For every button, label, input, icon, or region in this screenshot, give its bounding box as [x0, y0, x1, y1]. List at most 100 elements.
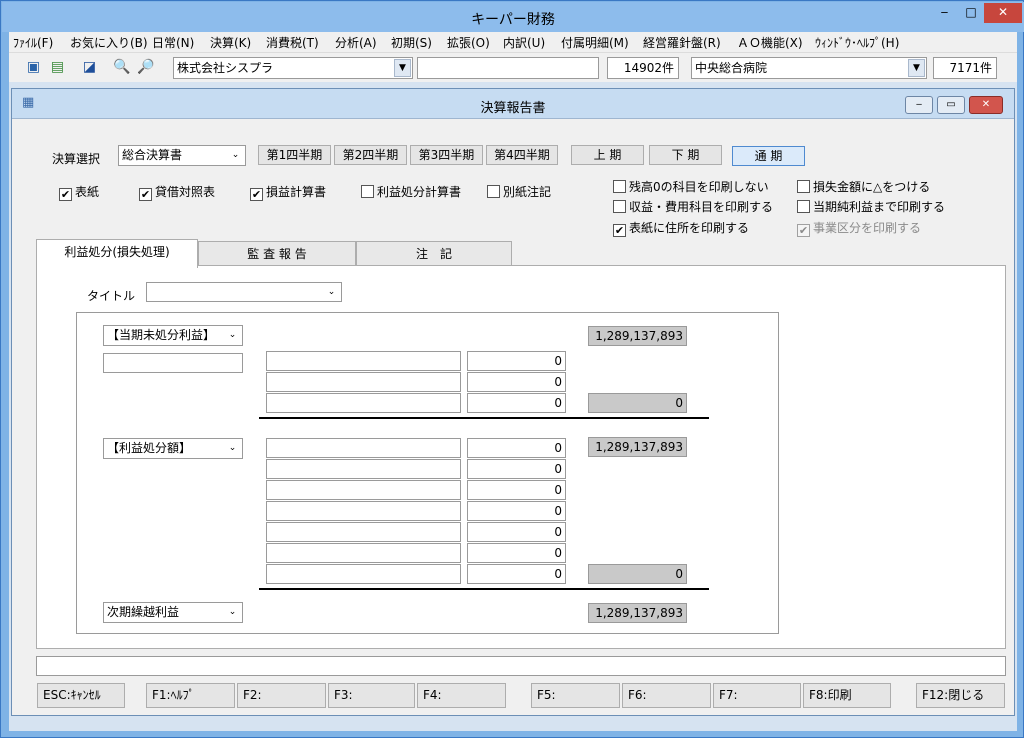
f1-help-button[interactable]: F1:ﾍﾙﾌﾟ: [146, 683, 235, 708]
menu-extension[interactable]: 拡張(O): [447, 34, 490, 51]
f7-button[interactable]: F7:: [713, 683, 801, 708]
menu-management-compass[interactable]: 経営羅針盤(R): [643, 34, 721, 51]
menu-window-help[interactable]: ｳｨﾝﾄﾞｳ･ﾍﾙﾌﾟ(H): [815, 34, 899, 51]
record-count-1: 14902件: [607, 57, 679, 79]
appropriation-amount-select[interactable]: 【利益処分額】 ⌄: [103, 438, 243, 459]
balance-sheet-checkbox[interactable]: ✔ 貸借対照表: [139, 185, 215, 201]
section1-label: 【当期未処分利益】: [107, 328, 216, 342]
report-window: ▦ 決算報告書 ‒ ▭ ✕ 決算選択 総合決算書 ⌄ 第1四半期 第2四半期 第…: [11, 88, 1015, 716]
menu-daily[interactable]: 日常(N): [152, 34, 194, 51]
section2-row-name[interactable]: [266, 438, 461, 458]
separate-notes-checkbox[interactable]: 別紙注記: [487, 185, 551, 199]
esc-cancel-button[interactable]: ESC:ｷｬﾝｾﾙ: [37, 683, 125, 708]
app-title: キーパー財務: [471, 12, 555, 28]
section2-row-value[interactable]: 0: [467, 543, 566, 563]
maximize-button[interactable]: □: [958, 3, 984, 23]
checkbox-box: [613, 180, 626, 193]
tab-profit-appropriation[interactable]: 利益処分(損失処理): [36, 239, 198, 268]
section2-row-value[interactable]: 0: [467, 438, 566, 458]
first-half-button[interactable]: 上 期: [571, 145, 644, 165]
close-button[interactable]: ✕: [984, 3, 1022, 23]
section3-label: 次期繰越利益: [107, 605, 180, 619]
section2-row-value[interactable]: 0: [467, 501, 566, 521]
section1-row-name[interactable]: [266, 351, 461, 371]
masked-field[interactable]: [417, 57, 599, 79]
hide-zero-balance-checkbox[interactable]: 残高0の科目を印刷しない: [613, 180, 769, 194]
f3-button[interactable]: F3:: [328, 683, 415, 708]
section2-label: 【利益処分額】: [107, 441, 192, 455]
second-half-button[interactable]: 下 期: [649, 145, 722, 165]
section1-row-value[interactable]: 0: [467, 351, 566, 371]
menu-consumption-tax[interactable]: 消費税(T): [266, 34, 319, 51]
section1-row-value[interactable]: 0: [467, 393, 566, 413]
checkbox-box: [487, 185, 500, 198]
section2-row-name[interactable]: [266, 522, 461, 542]
section1-row-name[interactable]: [266, 372, 461, 392]
carried-forward-select[interactable]: 次期繰越利益 ⌄: [103, 602, 243, 623]
checkbox-box: ✔: [613, 224, 626, 237]
zoom-out-icon[interactable]: 🔎: [137, 59, 154, 76]
print-revenue-expense-checkbox[interactable]: 収益・費用科目を印刷する: [613, 200, 773, 214]
section2-row-name[interactable]: [266, 564, 461, 584]
menu-ao-functions[interactable]: ＡＯ機能(X): [737, 34, 803, 51]
menu-initial[interactable]: 初期(S): [391, 34, 432, 51]
menu-breakdown[interactable]: 内訳(U): [503, 34, 545, 51]
checkbox-label: 表紙: [75, 185, 100, 199]
menu-bar: ﾌｧｲﾙ(F) お気に入り(B) 日常(N) 決算(K) 消費税(T) 分析(A…: [9, 32, 1017, 52]
full-year-button[interactable]: 通 期: [732, 146, 805, 166]
closing-select[interactable]: 総合決算書 ⌄: [118, 145, 246, 166]
print-to-net-income-checkbox[interactable]: 当期純利益まで印刷する: [797, 200, 945, 214]
chevron-down-icon: ⌄: [327, 287, 336, 297]
section2-row-name[interactable]: [266, 459, 461, 479]
tab-audit-report[interactable]: 監 査 報 告: [198, 241, 356, 268]
quarter-1-button[interactable]: 第1四半期: [258, 145, 331, 165]
cover-checkbox[interactable]: ✔ 表紙: [59, 185, 99, 201]
f5-button[interactable]: F5:: [531, 683, 620, 708]
menu-attached-details[interactable]: 付属明細(M): [561, 34, 629, 51]
section2-row-value[interactable]: 0: [467, 564, 566, 584]
menu-favorites[interactable]: お気に入り(B): [70, 34, 148, 51]
f4-button[interactable]: F4:: [417, 683, 506, 708]
section2-row-value[interactable]: 0: [467, 522, 566, 542]
quarter-4-button[interactable]: 第4四半期: [486, 145, 558, 165]
income-statement-checkbox[interactable]: ✔ 損益計算書: [250, 185, 326, 201]
company-select-value: 株式会社シスプラ: [177, 61, 274, 75]
menu-closing[interactable]: 決算(K): [210, 34, 251, 51]
section2-row-name[interactable]: [266, 543, 461, 563]
report-restore-button[interactable]: ▭: [937, 96, 965, 114]
quarter-3-button[interactable]: 第3四半期: [410, 145, 483, 165]
section2-row-value[interactable]: 0: [467, 480, 566, 500]
section2-row-name[interactable]: [266, 501, 461, 521]
tab-notes[interactable]: 注 記: [356, 241, 512, 268]
profit-appropriation-checkbox[interactable]: 利益処分計算書: [361, 185, 461, 199]
refresh-icon[interactable]: ▤: [49, 59, 66, 76]
loss-triangle-checkbox[interactable]: 損失金額に△をつける: [797, 180, 930, 194]
company-select[interactable]: 株式会社シスプラ ▼: [173, 57, 413, 79]
report-close-button[interactable]: ✕: [969, 96, 1003, 114]
save-icon[interactable]: ▣: [25, 59, 42, 76]
print-address-checkbox[interactable]: ✔ 表紙に住所を印刷する: [613, 221, 749, 237]
section1-row-value[interactable]: 0: [467, 372, 566, 392]
menu-file[interactable]: ﾌｧｲﾙ(F): [13, 34, 53, 51]
menu-analysis[interactable]: 分析(A): [335, 34, 377, 51]
f8-print-button[interactable]: F8:印刷: [803, 683, 891, 708]
f2-button[interactable]: F2:: [237, 683, 326, 708]
checkbox-label: 当期純利益まで印刷する: [813, 200, 946, 214]
client-select[interactable]: 中央総合病院 ▼: [691, 57, 927, 79]
quarter-2-button[interactable]: 第2四半期: [334, 145, 407, 165]
f12-close-button[interactable]: F12:閉じる: [916, 683, 1005, 708]
zoom-in-icon[interactable]: 🔍: [113, 59, 130, 76]
report-minimize-button[interactable]: ‒: [905, 96, 933, 114]
image-icon[interactable]: ◪: [81, 59, 98, 76]
checkbox-label: 損益計算書: [266, 185, 327, 199]
section1-row-name[interactable]: [266, 393, 461, 413]
appropriation-form: 【当期未処分利益】 ⌄ 1,289,137,893 0 0 0 0 【利益処分額…: [76, 312, 779, 634]
section2-row-name[interactable]: [266, 480, 461, 500]
f6-button[interactable]: F6:: [622, 683, 711, 708]
chevron-down-icon: ⌄: [228, 607, 237, 617]
section1-item-name[interactable]: [103, 353, 243, 373]
title-select[interactable]: ⌄: [146, 282, 342, 302]
minimize-button[interactable]: ‒: [931, 3, 958, 23]
section2-row-value[interactable]: 0: [467, 459, 566, 479]
unappropriated-profit-select[interactable]: 【当期未処分利益】 ⌄: [103, 325, 243, 346]
